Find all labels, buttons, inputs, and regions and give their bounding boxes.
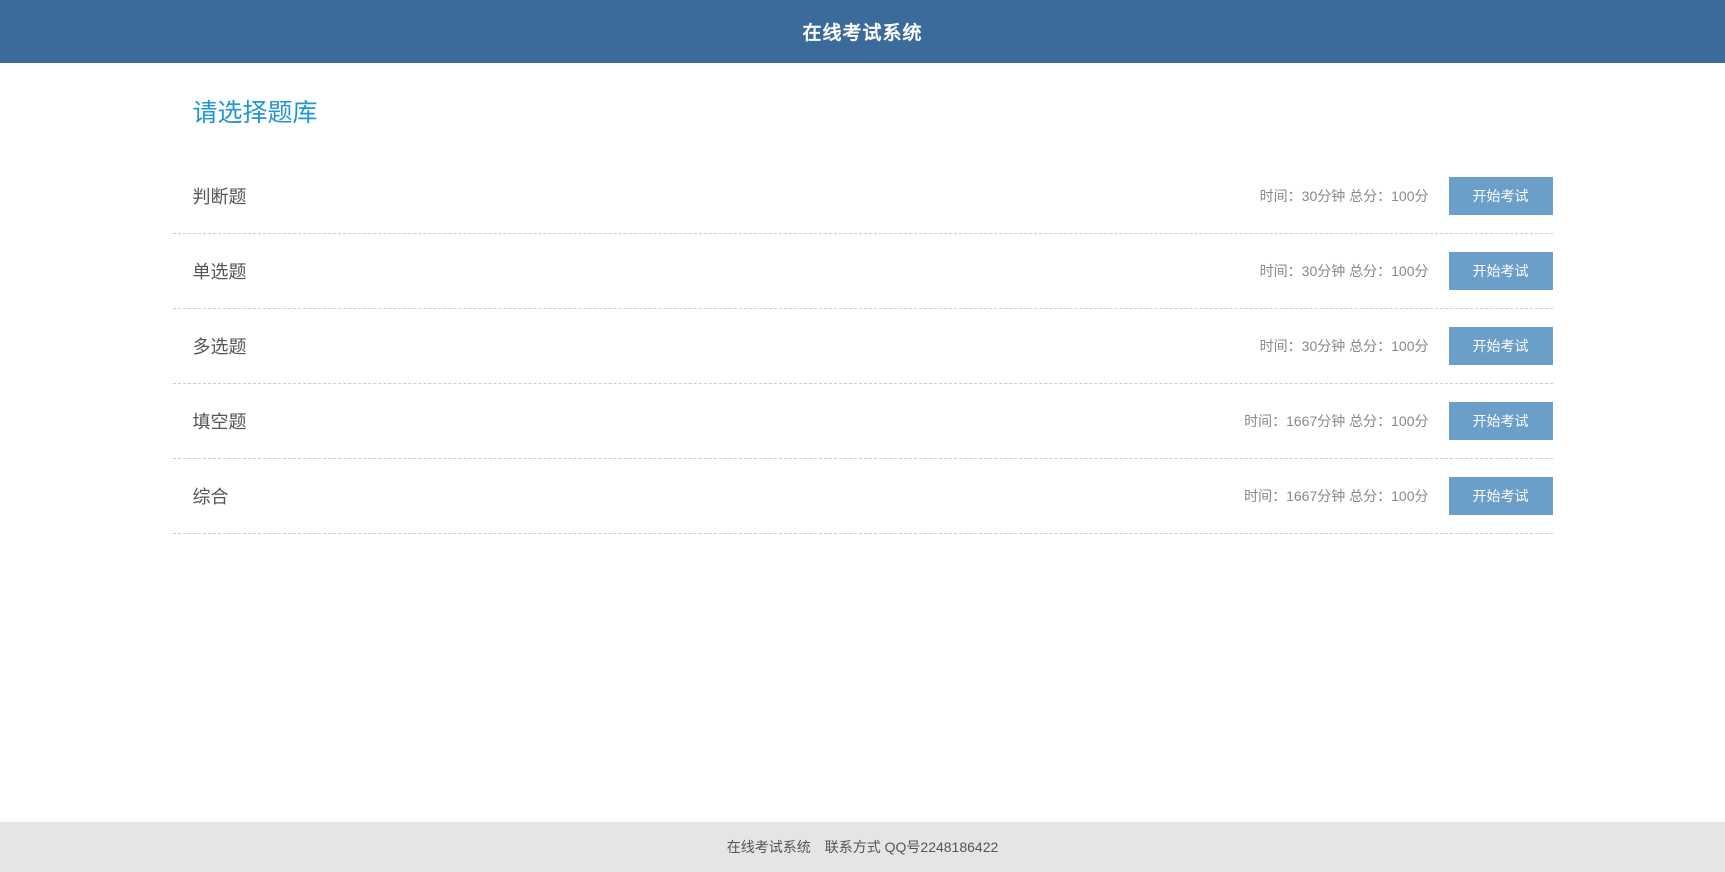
start-exam-button[interactable]: 开始考试 — [1449, 177, 1553, 215]
header-bar: 在线考试系统 — [0, 0, 1725, 63]
page-title: 请选择题库 — [193, 93, 1553, 129]
exam-row: 综合 时间：1667分钟 总分：100分 开始考试 — [173, 459, 1553, 534]
exam-meta: 时间：1667分钟 总分：100分 — [1244, 411, 1428, 431]
exam-row-right: 时间：30分钟 总分：100分开始考试 — [1260, 252, 1553, 290]
exam-meta: 时间：1667分钟 总分：100分 — [1244, 486, 1428, 506]
exam-list: 判断题时间：30分钟 总分：100分开始考试单选题时间：30分钟 总分：100分… — [173, 159, 1553, 534]
exam-row-right: 时间：30分钟 总分：100分开始考试 — [1260, 327, 1553, 365]
exam-row: 多选题 时间：30分钟 总分：100分开始考试 — [173, 309, 1553, 384]
exam-name: 填空题 — [173, 408, 247, 434]
exam-name: 单选题 — [173, 258, 247, 284]
start-exam-button[interactable]: 开始考试 — [1449, 252, 1553, 290]
exam-name: 综合 — [173, 483, 229, 509]
exam-row: 判断题 时间：30分钟 总分：100分开始考试 — [173, 159, 1553, 234]
exam-meta: 时间：30分钟 总分：100分 — [1260, 261, 1429, 281]
footer-bar: 在线考试系统 联系方式 QQ号2248186422 — [0, 822, 1725, 872]
exam-name: 判断题 — [173, 183, 247, 209]
start-exam-button[interactable]: 开始考试 — [1449, 327, 1553, 365]
start-exam-button[interactable]: 开始考试 — [1449, 477, 1553, 515]
exam-row: 填空题 时间：1667分钟 总分：100分 开始考试 — [173, 384, 1553, 459]
exam-row-right: 时间：1667分钟 总分：100分 开始考试 — [1244, 477, 1552, 515]
exam-name: 多选题 — [173, 333, 247, 359]
exam-row-right: 时间：30分钟 总分：100分开始考试 — [1260, 177, 1553, 215]
exam-row: 单选题 时间：30分钟 总分：100分开始考试 — [173, 234, 1553, 309]
footer-text: 在线考试系统 联系方式 QQ号2248186422 — [727, 839, 999, 855]
exam-meta: 时间：30分钟 总分：100分 — [1260, 186, 1429, 206]
exam-meta: 时间：30分钟 总分：100分 — [1260, 336, 1429, 356]
exam-row-right: 时间：1667分钟 总分：100分 开始考试 — [1244, 402, 1552, 440]
main-container: 请选择题库 判断题时间：30分钟 总分：100分开始考试单选题时间：30分钟 总… — [153, 63, 1573, 822]
start-exam-button[interactable]: 开始考试 — [1449, 402, 1553, 440]
header-title: 在线考试系统 — [802, 23, 922, 44]
